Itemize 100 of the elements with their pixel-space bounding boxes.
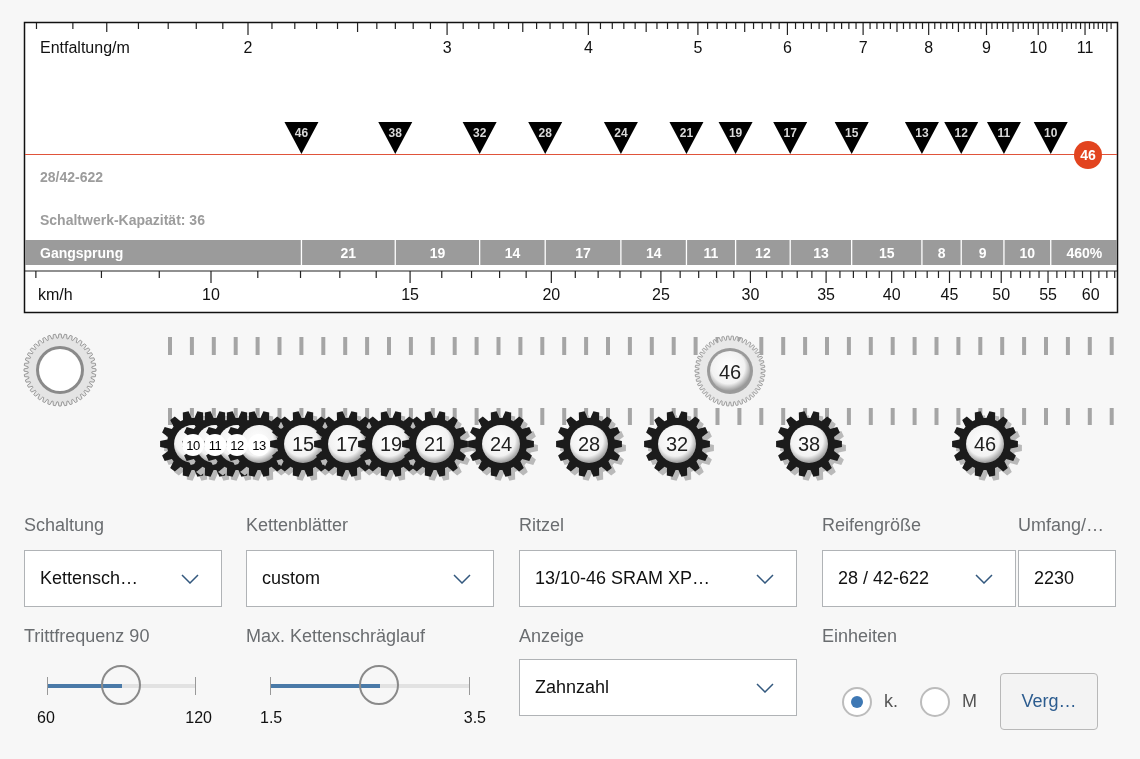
gear-step-value: 14	[504, 245, 521, 261]
dropdown[interactable]: 28 / 42-622	[822, 550, 1016, 607]
cog-teeth-label: 19	[379, 433, 403, 455]
gear-marker	[986, 122, 1021, 154]
cog-teeth-label: 46	[973, 433, 997, 455]
compare-button[interactable]: Verg…	[1000, 673, 1098, 730]
field-label: Einheiten	[822, 625, 899, 647]
input-field[interactable]: 2230	[1018, 550, 1116, 607]
field-label: Kettenblätter	[246, 514, 350, 536]
cog-teeth-label: 15	[291, 433, 315, 455]
scale-label: 7	[858, 39, 868, 56]
scale-label: 9	[982, 39, 991, 56]
slider-handle[interactable]	[359, 665, 399, 705]
sprocket-drawing	[468, 411, 538, 481]
slider-label: Trittfrequenz 90	[24, 625, 151, 647]
speed-label: 30	[741, 286, 760, 303]
gear-marker	[944, 122, 979, 154]
cog-teeth-label: 24	[489, 433, 513, 455]
gear-marker	[284, 122, 319, 154]
sprocket-drawing	[556, 411, 626, 481]
sprocket-drawing	[776, 411, 846, 481]
chainring-teeth-label: 46	[718, 361, 742, 383]
dropdown[interactable]: Kettensch…	[24, 550, 222, 607]
dropdown[interactable]: Zahnzahl	[519, 659, 797, 716]
field-label: Anzeige	[519, 625, 586, 647]
cog-teeth-label: 21	[423, 433, 447, 455]
gear-marker	[603, 122, 638, 154]
sprocket-drawing	[952, 411, 1022, 481]
cog-teeth-label: 32	[665, 433, 689, 455]
gear-marker-label: 13	[915, 126, 929, 140]
slider-track[interactable]	[47, 665, 196, 707]
scale-title: Entfaltung/m	[40, 39, 130, 56]
slider-label: Max. Kettenschräglauf	[246, 625, 427, 647]
tire-note: 28/42-622	[40, 169, 104, 185]
speed-label: 55	[1039, 286, 1057, 303]
field-label: Schaltung	[24, 514, 106, 536]
gear-marker	[462, 122, 497, 154]
slider-track[interactable]	[270, 665, 470, 707]
gear-step-value: 8	[937, 245, 946, 261]
gear-marker-label: 24	[614, 126, 628, 140]
radio-label: M	[962, 691, 978, 712]
gear-marker	[1033, 122, 1068, 154]
scale-label: 3	[442, 39, 452, 56]
gear-step-value: 10	[1019, 245, 1036, 261]
chainring-badge-label: 46	[1080, 147, 1096, 163]
speed-label: 25	[652, 286, 670, 303]
cog-teeth-label: 17	[335, 433, 359, 455]
gear-marker	[669, 122, 704, 154]
gear-marker-label: 38	[388, 126, 402, 140]
gear-marker	[718, 122, 753, 154]
chevron-down-icon	[975, 573, 993, 584]
speed-label: 50	[992, 286, 1011, 303]
chevron-down-icon	[756, 573, 774, 584]
cog-teeth-label: 12	[230, 437, 244, 453]
sprocket-drawing	[402, 411, 472, 481]
gear-marker-label: 46	[294, 126, 309, 140]
gear-marker-label: 15	[845, 126, 859, 140]
gear-marker-label: 12	[954, 126, 968, 140]
chainring-badge	[1074, 141, 1102, 169]
radio-button[interactable]	[842, 686, 872, 717]
speed-label: 35	[817, 286, 835, 303]
gear-marker	[834, 122, 869, 154]
dropdown[interactable]: custom	[246, 550, 494, 607]
gear-step-value: 11	[703, 245, 719, 261]
cog-teeth-label: 28	[577, 433, 601, 455]
speed-label: 45	[940, 286, 959, 303]
gear-step-value: 14	[645, 245, 662, 261]
scale-label: 10	[1029, 39, 1048, 56]
slider-handle[interactable]	[100, 665, 141, 705]
chevron-down-icon	[453, 573, 471, 584]
scale-label: 4	[583, 39, 593, 56]
gear-marker-label: 19	[728, 126, 743, 140]
gear-marker	[528, 122, 563, 154]
gear-step-value: 13	[813, 245, 829, 261]
field-label: Reifengröße	[822, 514, 923, 536]
slider-min-label: 60	[37, 709, 55, 727]
chevron-down-icon	[756, 682, 774, 693]
slider-max-label: 3.5	[463, 709, 486, 727]
radio-button[interactable]	[920, 686, 950, 717]
dropdown[interactable]: 13/10-46 SRAM XP…	[519, 550, 797, 607]
speed-label: 40	[882, 286, 901, 303]
gear-marker-label: 10	[1044, 126, 1058, 140]
chainring-icon	[23, 333, 97, 407]
scale-label: 6	[782, 39, 792, 56]
speed-label: 60	[1081, 286, 1100, 303]
gear-marker-label: 21	[679, 126, 694, 140]
capacity-note: Schaltwerk-Kapazität: 36	[40, 212, 205, 228]
slider-min-label: 1.5	[260, 709, 283, 727]
gear-step-value: 15	[879, 245, 895, 261]
scale-label: 2	[243, 39, 253, 56]
gear-step-value: 19	[429, 245, 446, 261]
gear-marker	[773, 122, 808, 154]
gear-step-value: 21	[340, 245, 357, 261]
radio-label: k.	[884, 691, 899, 712]
gear-step-value: 9	[978, 245, 987, 261]
cog-teeth-label: 11	[208, 437, 222, 453]
speed-label: 10	[202, 286, 220, 303]
gear-marker	[904, 122, 939, 154]
gear-marker-label: 11	[997, 126, 1011, 140]
field-label: Umfang/…	[1018, 514, 1106, 536]
